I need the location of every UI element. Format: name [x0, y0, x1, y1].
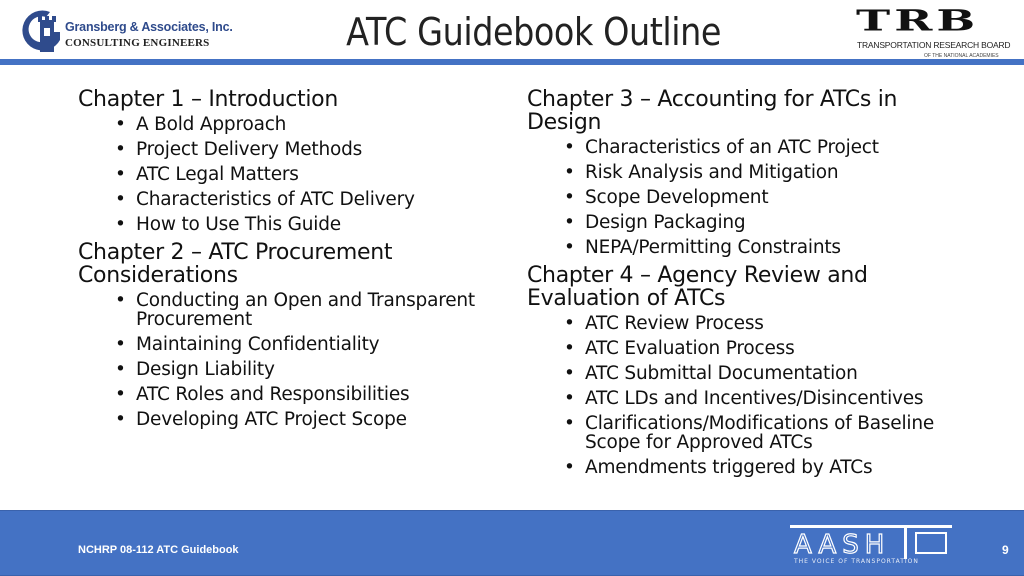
chapter-section-list: • ATC Review Process • ATC Evaluation Proce… [527, 312, 957, 478]
aashto-logo: AASH THE VOICE OF TRANSPORTATION [790, 525, 952, 565]
chapter-heading: Chapter 4 – Agency Review and Evaluation… [527, 262, 868, 311]
bullet-icon: • [564, 237, 575, 258]
section-label: How to Use This Guide [136, 214, 341, 235]
section-list-item: • A Bold Approach [78, 115, 508, 135]
section-label: Design Liability [136, 359, 275, 380]
section-label: Characteristics of ATC Delivery [136, 189, 415, 210]
footer-text: NCHRP 08-112 ATC Guidebook [78, 544, 239, 556]
gransberg-emblem-icon [22, 10, 61, 52]
chapter-heading: Chapter 1 – Introduction [78, 87, 338, 112]
section-label: A Bold Approach [136, 114, 287, 135]
bullet-icon: • [564, 312, 575, 334]
bullet-icon: • [115, 334, 126, 355]
section-label: Conducting an Open and Transparent Procu… [136, 289, 475, 330]
section-list-item: • ATC Roles and Responsibilities [78, 385, 508, 405]
section-list-item: • ATC Review Process [527, 312, 957, 334]
section-label: Project Delivery Methods [136, 139, 363, 160]
bullet-icon: • [115, 359, 126, 380]
section-list-item: • Project Delivery Methods [78, 140, 508, 160]
bullet-icon: • [115, 189, 126, 210]
section-label: Design Packaging [585, 212, 746, 233]
section-list-item: • Conducting an Open and Transparent Proc… [78, 289, 508, 330]
aashto-tagline: THE VOICE OF TRANSPORTATION [793, 558, 919, 565]
chapter-section-list: • Conducting an Open and Transparent Proc… [78, 289, 508, 430]
bullet-icon: • [115, 289, 126, 311]
section-label: Maintaining Confidentiality [136, 334, 380, 355]
chapter-heading: Chapter 3 – Accounting for ATCs in Desig… [527, 87, 898, 135]
section-label: Risk Analysis and Mitigation [585, 162, 839, 183]
section-list-item: • How to Use This Guide [78, 215, 508, 235]
bullet-icon: • [564, 457, 575, 478]
trb-subtitle: TRANSPORTATION RESEARCH BOARD [857, 40, 1011, 50]
section-list-item: • Characteristics of an ATC Project [527, 138, 957, 158]
section-label: Amendments triggered by ATCs [585, 457, 873, 478]
section-list-item: • Characteristics of ATC Delivery [78, 190, 508, 210]
section-list-item: • ATC Evaluation Process [527, 337, 957, 359]
bullet-icon: • [115, 114, 126, 135]
section-list-item: • ATC Submittal Documentation [527, 362, 957, 384]
section-label: ATC LDs and Incentives/Disincentives [585, 387, 924, 409]
chapter-section-list: • A Bold Approach • Project Delivery Method… [78, 115, 508, 235]
section-list-item: • Clarifications/Modifications of Baselin… [527, 412, 957, 453]
chapter-heading: Chapter 2 – ATC Procurement Consideratio… [78, 239, 393, 288]
bullet-icon: • [564, 137, 575, 158]
outline-column-right: Chapter 3 – Accounting for ATCs in Desig… [527, 88, 957, 484]
section-list-item: • Maintaining Confidentiality [78, 335, 508, 355]
section-list-item: • ATC LDs and Incentives/Disincentives [527, 387, 957, 409]
chapter-section-list: • Characteristics of an ATC Project • Risk … [527, 138, 957, 258]
outline-column-left: Chapter 1 – Introduction • A Bold Approach… [78, 88, 508, 436]
bullet-icon: • [564, 162, 575, 183]
bullet-icon: • [115, 164, 126, 185]
trb-wordmark: TRB [856, 4, 980, 39]
section-label: Developing ATC Project Scope [136, 409, 407, 430]
section-list-item: • ATC Legal Matters [78, 165, 508, 185]
bullet-icon: • [115, 139, 126, 160]
section-label: ATC Legal Matters [136, 164, 299, 185]
trb-logo: TRB TRANSPORTATION RESEARCH BOARD OF THE… [852, 4, 1012, 60]
bullet-icon: • [564, 337, 575, 359]
section-list-item: • Design Liability [78, 360, 508, 380]
bullet-icon: • [564, 212, 575, 233]
section-list-item: • Risk Analysis and Mitigation [527, 163, 957, 183]
section-label: NEPA/Permitting Constraints [585, 237, 841, 258]
bullet-icon: • [115, 409, 126, 430]
bullet-icon: • [564, 387, 575, 409]
page-title: ATC Guidebook Outline [346, 10, 721, 54]
section-list-item: • Developing ATC Project Scope [78, 410, 508, 430]
section-list-item: • Scope Development [527, 188, 957, 208]
bullet-icon: • [564, 362, 575, 384]
section-list-item: • NEPA/Permitting Constraints [527, 238, 957, 258]
bullet-icon: • [564, 412, 575, 434]
page-number: 9 [1002, 543, 1009, 557]
header-divider [0, 59, 1024, 65]
bullet-icon: • [564, 187, 575, 208]
footer-bar: NCHRP 08-112 ATC Guidebook AASH THE VOIC… [0, 510, 1024, 576]
aashto-wordmark: AASH [794, 530, 890, 560]
section-label: ATC Evaluation Process [585, 337, 795, 359]
section-list-item: • Design Packaging [527, 213, 957, 233]
section-label: ATC Submittal Documentation [585, 362, 858, 384]
section-label: Scope Development [585, 187, 769, 208]
section-label: ATC Roles and Responsibilities [136, 384, 410, 405]
bullet-icon: • [115, 214, 126, 235]
section-label: ATC Review Process [585, 312, 764, 334]
bullet-icon: • [115, 384, 126, 405]
section-label: Characteristics of an ATC Project [585, 137, 879, 158]
section-label: Clarifications/Modifications of Baseline… [585, 412, 935, 453]
section-list-item: • Amendments triggered by ATCs [527, 458, 957, 478]
